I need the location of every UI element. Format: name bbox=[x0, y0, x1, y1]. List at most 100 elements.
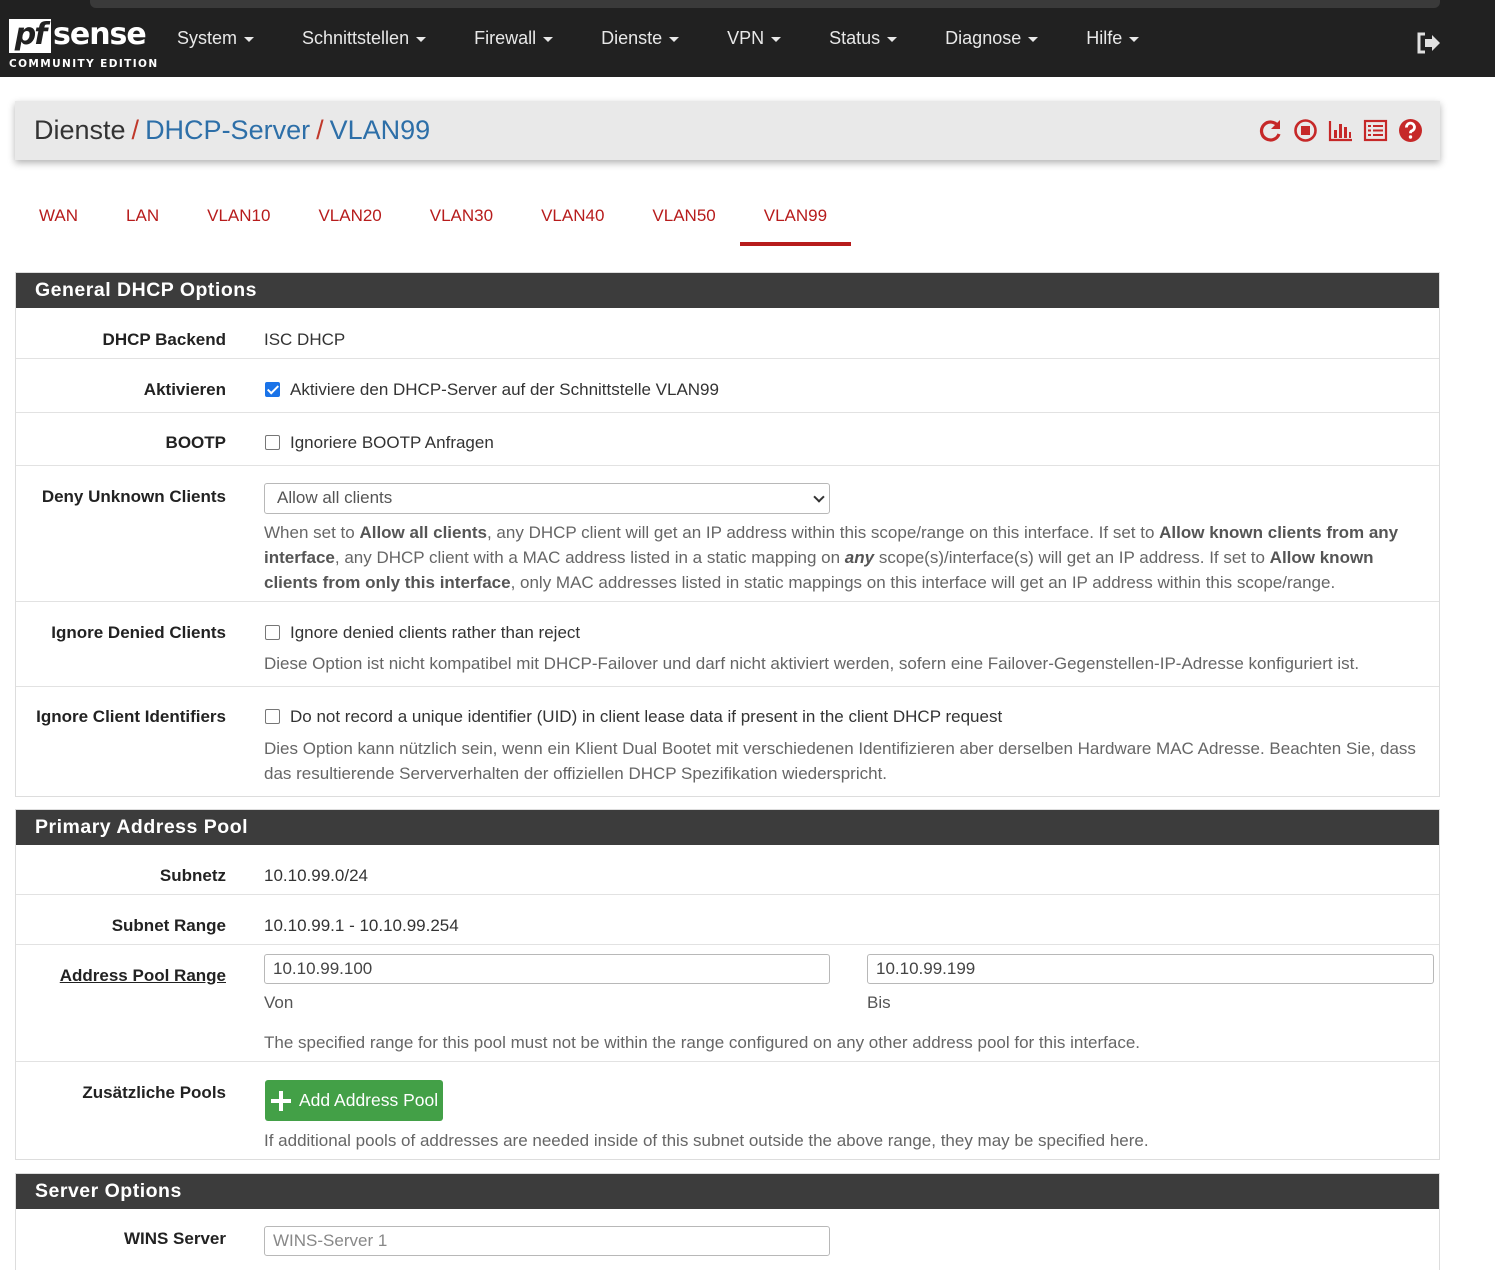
deny-unknown-selected: Allow all clients bbox=[277, 488, 393, 507]
wins-label: WINS Server bbox=[123, 1229, 226, 1248]
menu-vpn-label: VPN bbox=[727, 28, 765, 48]
pool-range-label[interactable]: Address Pool Range bbox=[60, 966, 226, 986]
logo-edition: COMMUNITY EDITION bbox=[9, 58, 159, 70]
ignore-denied-label: Ignore Denied Clients bbox=[51, 623, 226, 642]
tab-lan[interactable]: LAN bbox=[102, 196, 183, 246]
ignore-denied-help: Diese Option ist nicht kompatibel mit DH… bbox=[264, 654, 1360, 673]
deny-unknown-help: When set to Allow all clients , any DHCP … bbox=[264, 520, 1424, 595]
caret-down-icon bbox=[1028, 37, 1039, 42]
plus-icon bbox=[271, 1090, 291, 1111]
tab-wan[interactable]: WAN bbox=[15, 196, 102, 246]
ignore-uid-help-line-1: Dies Option kann nützlich sein, wenn ein… bbox=[264, 739, 1416, 758]
menu-system[interactable]: System bbox=[160, 28, 271, 49]
page-actions bbox=[1258, 118, 1423, 143]
menu-interfaces[interactable]: Schnittstellen bbox=[285, 28, 443, 49]
tab-vlan50[interactable]: VLAN50 bbox=[628, 196, 739, 246]
menu-diagnostics[interactable]: Diagnose bbox=[928, 28, 1055, 49]
chevron-down-icon bbox=[813, 491, 825, 503]
breadcrumb-vlan99[interactable]: VLAN99 bbox=[330, 115, 431, 145]
deny-unknown-select[interactable]: Allow all clients bbox=[264, 483, 830, 514]
interface-tabs: WAN LAN VLAN10 VLAN20 VLAN30 VLAN40 VLAN… bbox=[15, 196, 852, 248]
top-navbar: pf sense COMMUNITY EDITION System Schnit… bbox=[0, 0, 1495, 77]
address-pool-title: Primary Address Pool bbox=[16, 810, 1439, 845]
pool-from-input[interactable]: 10.10.99.100 bbox=[264, 954, 830, 984]
menu-system-label: System bbox=[177, 28, 238, 48]
menu-interfaces-label: Schnittstellen bbox=[302, 28, 410, 48]
menu-firewall[interactable]: Firewall bbox=[457, 28, 570, 49]
breadcrumb-separator: / bbox=[316, 115, 324, 145]
menu-status-label: Status bbox=[829, 28, 881, 48]
extra-pools-help: If additional pools of addresses are nee… bbox=[264, 1131, 1149, 1150]
enable-checkbox-text: Aktiviere den DHCP-Server auf der Schnit… bbox=[290, 380, 719, 399]
tab-vlan20[interactable]: VLAN20 bbox=[294, 196, 405, 246]
restart-service-icon[interactable] bbox=[1258, 118, 1283, 143]
extra-pools-label: Zusätzliche Pools bbox=[82, 1083, 226, 1102]
tab-vlan99[interactable]: VLAN99 bbox=[739, 196, 852, 246]
add-address-pool-label: Add Address Pool bbox=[299, 1090, 439, 1110]
bootp-checkbox[interactable] bbox=[265, 435, 280, 450]
dhcp-backend-value: ISC DHCP bbox=[264, 330, 346, 349]
pfsense-logo[interactable]: pf sense COMMUNITY EDITION bbox=[9, 17, 157, 71]
breadcrumb-panel: Dienste / DHCP-Server / VLAN99 bbox=[15, 101, 1440, 160]
help-text: When set to bbox=[264, 523, 360, 542]
subnet-range-row: Subnet Range 10.10.99.1 - 10.10.99.254 bbox=[16, 895, 1439, 945]
ignore-uid-help: Dies Option kann nützlich sein, wenn ein… bbox=[264, 736, 1416, 786]
subnet-range-label: Subnet Range bbox=[111, 916, 226, 935]
help-text: , only MAC addresses listed in static ma… bbox=[510, 573, 1336, 592]
bootp-row: BOOTP Ignoriere BOOTP Anfragen bbox=[16, 413, 1439, 466]
pool-range-row: Address Pool Range 10.10.99.100 Von 10.1… bbox=[16, 945, 1439, 1062]
caret-down-icon bbox=[887, 37, 898, 42]
breadcrumb: Dienste / DHCP-Server / VLAN99 bbox=[34, 115, 430, 146]
deny-unknown-label: Deny Unknown Clients bbox=[41, 487, 226, 506]
caret-down-icon bbox=[543, 37, 554, 42]
logs-icon[interactable] bbox=[1363, 118, 1388, 143]
caret-down-icon bbox=[244, 37, 255, 42]
address-pool-panel: Primary Address Pool Subnetz 10.10.99.0/… bbox=[15, 809, 1440, 1160]
help-icon[interactable] bbox=[1398, 118, 1423, 143]
pool-to-input[interactable]: 10.10.99.199 bbox=[867, 954, 1434, 984]
tab-vlan40[interactable]: VLAN40 bbox=[517, 196, 628, 246]
caret-down-icon bbox=[771, 37, 782, 42]
caret-down-icon bbox=[416, 37, 427, 42]
ignore-denied-row: Ignore Denied Clients Ignore denied clie… bbox=[16, 602, 1439, 687]
help-text: , any DHCP client with a MAC address lis… bbox=[334, 548, 845, 567]
menu-services-label: Dienste bbox=[601, 28, 663, 48]
menu-firewall-label: Firewall bbox=[474, 28, 537, 48]
ignore-denied-checkbox-text: Ignore denied clients rather than reject bbox=[290, 623, 581, 642]
wins-server-input[interactable]: WINS-Server 1 bbox=[264, 1226, 830, 1256]
help-text: scope(s)/interface(s) will get an IP add… bbox=[874, 548, 1270, 567]
ignore-denied-checkbox[interactable] bbox=[265, 625, 280, 640]
logout-icon[interactable] bbox=[1417, 32, 1441, 54]
server-options-title: Server Options bbox=[16, 1174, 1439, 1209]
stop-service-icon[interactable] bbox=[1293, 118, 1318, 143]
main-menu: System Schnittstellen Firewall Dienste V… bbox=[160, 0, 1170, 77]
server-options-panel: Server Options WINS Server WINS-Server 1 bbox=[15, 1173, 1440, 1270]
enable-checkbox[interactable] bbox=[265, 382, 280, 397]
ignore-uid-checkbox[interactable] bbox=[265, 709, 280, 724]
menu-vpn[interactable]: VPN bbox=[710, 28, 798, 49]
general-options-title: General DHCP Options bbox=[16, 273, 1439, 308]
help-bold: Allow all clients bbox=[359, 523, 487, 542]
enable-label: Aktivieren bbox=[143, 380, 226, 399]
caret-down-icon bbox=[669, 37, 680, 42]
menu-services[interactable]: Dienste bbox=[584, 28, 696, 49]
help-bold: any bbox=[844, 548, 875, 567]
breadcrumb-separator: / bbox=[131, 115, 140, 145]
add-address-pool-button[interactable]: Add Address Pool bbox=[265, 1080, 443, 1121]
tab-vlan30[interactable]: VLAN30 bbox=[406, 196, 517, 246]
deny-unknown-row: Deny Unknown Clients Allow all clients W… bbox=[16, 466, 1439, 602]
breadcrumb-dhcp-server[interactable]: DHCP-Server bbox=[145, 115, 310, 145]
menu-diagnostics-label: Diagnose bbox=[945, 28, 1022, 48]
graph-icon[interactable] bbox=[1328, 118, 1353, 143]
pool-range-help: The specified range for this pool must n… bbox=[264, 1033, 1141, 1052]
bootp-label: BOOTP bbox=[165, 433, 226, 452]
general-options-panel: General DHCP Options DHCP Backend ISC DH… bbox=[15, 272, 1440, 797]
pool-to-caption: Bis bbox=[867, 993, 891, 1012]
logo-pf-mark: pf bbox=[9, 19, 51, 53]
tab-vlan10[interactable]: VLAN10 bbox=[183, 196, 294, 246]
subnet-row: Subnetz 10.10.99.0/24 bbox=[16, 845, 1439, 895]
menu-status[interactable]: Status bbox=[812, 28, 914, 49]
menu-help[interactable]: Hilfe bbox=[1069, 28, 1156, 49]
dhcp-backend-label: DHCP Backend bbox=[102, 330, 226, 349]
menu-help-label: Hilfe bbox=[1086, 28, 1123, 48]
